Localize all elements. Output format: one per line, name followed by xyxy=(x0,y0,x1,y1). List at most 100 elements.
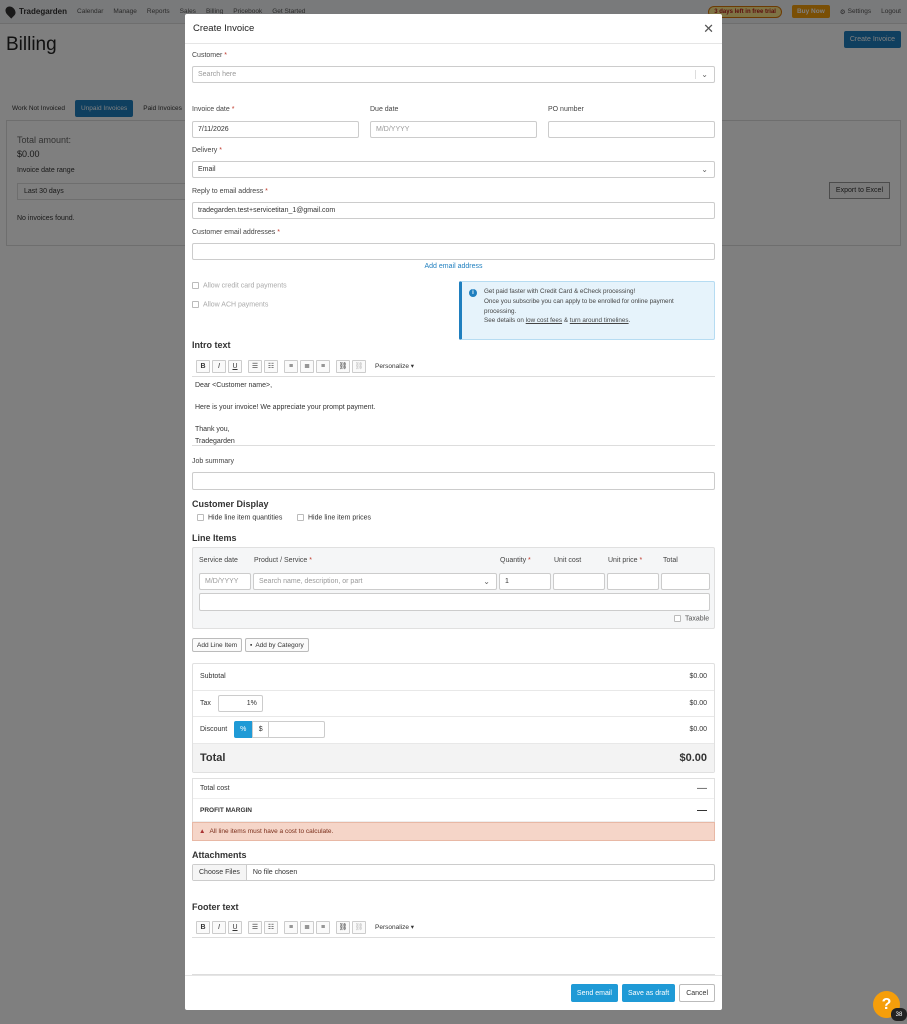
tax-row: Tax 1% $0.00 xyxy=(193,691,714,717)
attachments-heading: Attachments xyxy=(192,850,247,860)
bullet-list-icon[interactable]: ☰ xyxy=(248,920,262,934)
col-service-date: Service date xyxy=(199,557,238,564)
taxable-checkbox[interactable]: Taxable xyxy=(674,615,709,622)
align-left-icon[interactable]: ≡ xyxy=(284,920,298,934)
product-search-input[interactable]: Search name, description, or part ⌄ xyxy=(253,573,497,590)
unlink-icon[interactable]: ⛓ xyxy=(352,920,366,934)
info-icon: i xyxy=(469,289,477,297)
col-unit-cost: Unit cost xyxy=(554,557,582,564)
italic-icon[interactable]: I xyxy=(212,920,226,934)
due-date-label: Due date xyxy=(370,106,399,113)
due-date-input[interactable]: M/D/YYYY xyxy=(370,121,537,138)
cost-warning: ▲ All line items must have a cost to calc… xyxy=(192,822,715,841)
intro-text-heading: Intro text xyxy=(192,340,231,350)
add-by-category-button[interactable]: ▪ Add by Category xyxy=(245,638,309,652)
add-email-link[interactable]: Add email address xyxy=(192,263,715,270)
service-date-input[interactable]: M/D/YYYY xyxy=(199,573,251,590)
invoice-date-input[interactable]: 7/11/2026 xyxy=(192,121,359,138)
total-input[interactable] xyxy=(661,573,710,590)
line-description-textarea[interactable] xyxy=(199,593,710,611)
hide-qty-checkbox[interactable]: Hide line item quantities xyxy=(197,514,282,521)
col-product: Product / Service * xyxy=(254,557,312,564)
align-center-icon[interactable]: ≣ xyxy=(300,359,314,373)
align-left-icon[interactable]: ≡ xyxy=(284,359,298,373)
unit-cost-input[interactable] xyxy=(553,573,605,590)
unit-price-input[interactable] xyxy=(607,573,659,590)
po-number-label: PO number xyxy=(548,106,584,113)
payment-info-box: i Get paid faster with Credit Card & eCh… xyxy=(459,281,715,340)
intro-text-editor[interactable]: Dear <Customer name>, Here is your invoi… xyxy=(192,376,715,446)
reply-email-label: Reply to email address * xyxy=(192,188,268,195)
checkbox-icon xyxy=(192,282,199,289)
bold-icon[interactable]: B xyxy=(196,920,210,934)
modal-header: Create Invoice ✕ xyxy=(185,14,722,44)
hide-prices-checkbox[interactable]: Hide line item prices xyxy=(297,514,371,521)
link-icon[interactable]: ⛓ xyxy=(336,359,350,373)
footer-text-heading: Footer text xyxy=(192,902,239,912)
turnaround-link[interactable]: turn around timelines xyxy=(570,317,629,324)
low-cost-fees-link[interactable]: low cost fees xyxy=(526,317,562,324)
italic-icon[interactable]: I xyxy=(212,359,226,373)
footer-text-editor[interactable] xyxy=(192,937,715,975)
po-number-input[interactable] xyxy=(548,121,715,138)
discount-percent-toggle[interactable]: % xyxy=(234,721,253,739)
file-input[interactable]: Choose Files No file chosen xyxy=(192,864,715,881)
chevron-down-icon: ⌄ xyxy=(701,165,708,174)
delivery-label: Delivery * xyxy=(192,147,222,154)
unlink-icon[interactable]: ⛓ xyxy=(352,359,366,373)
personalize-dropdown[interactable]: Personalize ▾ xyxy=(372,923,417,931)
underline-icon[interactable]: U xyxy=(228,920,242,934)
line-items-heading: Line Items xyxy=(192,533,237,543)
align-center-icon[interactable]: ≣ xyxy=(300,920,314,934)
choose-files-button[interactable]: Choose Files xyxy=(193,865,247,880)
subtotal-row: Subtotal $0.00 xyxy=(193,664,714,691)
customer-emails-input[interactable] xyxy=(192,243,715,260)
job-summary-textarea[interactable] xyxy=(192,472,715,490)
discount-dollar-toggle[interactable]: $ xyxy=(252,721,270,739)
send-email-button[interactable]: Send email xyxy=(570,984,618,1002)
modal-title: Create Invoice xyxy=(193,23,255,34)
total-cost-row: Total cost — xyxy=(193,779,714,799)
link-icon[interactable]: ⛓ xyxy=(336,920,350,934)
allow-ach-checkbox[interactable]: Allow ACH payments xyxy=(192,301,268,308)
profit-margin-row[interactable]: PROFIT MARGIN — xyxy=(193,799,714,822)
discount-input[interactable] xyxy=(269,721,326,739)
bold-icon[interactable]: B xyxy=(196,359,210,373)
add-line-item-button[interactable]: Add Line Item xyxy=(192,638,243,652)
checkbox-icon xyxy=(192,301,199,308)
save-draft-button[interactable]: Save as draft xyxy=(621,984,676,1002)
intro-toolbar: B I U ☰ ☷ ≡ ≣ ≡ ⛓ ⛓ Personalize ▾ xyxy=(196,358,417,374)
numbered-list-icon[interactable]: ☷ xyxy=(264,359,278,373)
chevron-down-icon: ⌄ xyxy=(483,577,490,586)
reply-email-input[interactable]: tradegarden.test+servicetitan_1@gmail.co… xyxy=(192,202,715,219)
delivery-select[interactable]: Email ⌄ xyxy=(192,161,715,178)
col-unit-price: Unit price * xyxy=(608,557,643,564)
discount-row: Discount % $ $0.00 xyxy=(193,717,714,744)
help-badge: 38 xyxy=(891,1008,907,1021)
footer-toolbar: B I U ☰ ☷ ≡ ≣ ≡ ⛓ ⛓ Personalize ▾ xyxy=(196,919,417,935)
line-items-table: Service date Product / Service * Quantit… xyxy=(192,547,715,629)
modal-footer: Send email Save as draft Cancel xyxy=(185,975,722,1010)
align-right-icon[interactable]: ≡ xyxy=(316,359,330,373)
align-right-icon[interactable]: ≡ xyxy=(316,920,330,934)
warning-icon: ▲ xyxy=(199,828,206,835)
book-icon: ▪ xyxy=(250,641,253,649)
close-icon[interactable]: ✕ xyxy=(703,22,714,35)
personalize-dropdown[interactable]: Personalize ▾ xyxy=(372,362,417,370)
chevron-down-icon: ⌄ xyxy=(695,70,708,79)
quantity-input[interactable]: 1 xyxy=(499,573,551,590)
bullet-list-icon[interactable]: ☰ xyxy=(248,359,262,373)
tax-rate-input[interactable]: 1% xyxy=(217,694,263,712)
underline-icon[interactable]: U xyxy=(228,359,242,373)
allow-cc-checkbox[interactable]: Allow credit card payments xyxy=(192,282,287,289)
col-total: Total xyxy=(663,557,678,564)
cancel-button[interactable]: Cancel xyxy=(679,984,715,1002)
cost-panel: Total cost — PROFIT MARGIN — xyxy=(192,778,715,823)
total-row: Total $0.00 xyxy=(193,743,714,772)
checkbox-icon xyxy=(297,514,304,521)
customer-label: Customer * xyxy=(192,52,228,59)
checkbox-icon xyxy=(197,514,204,521)
file-status: No file chosen xyxy=(252,869,298,876)
customer-search-input[interactable]: Search here ⌄ xyxy=(192,66,715,83)
numbered-list-icon[interactable]: ☷ xyxy=(264,920,278,934)
